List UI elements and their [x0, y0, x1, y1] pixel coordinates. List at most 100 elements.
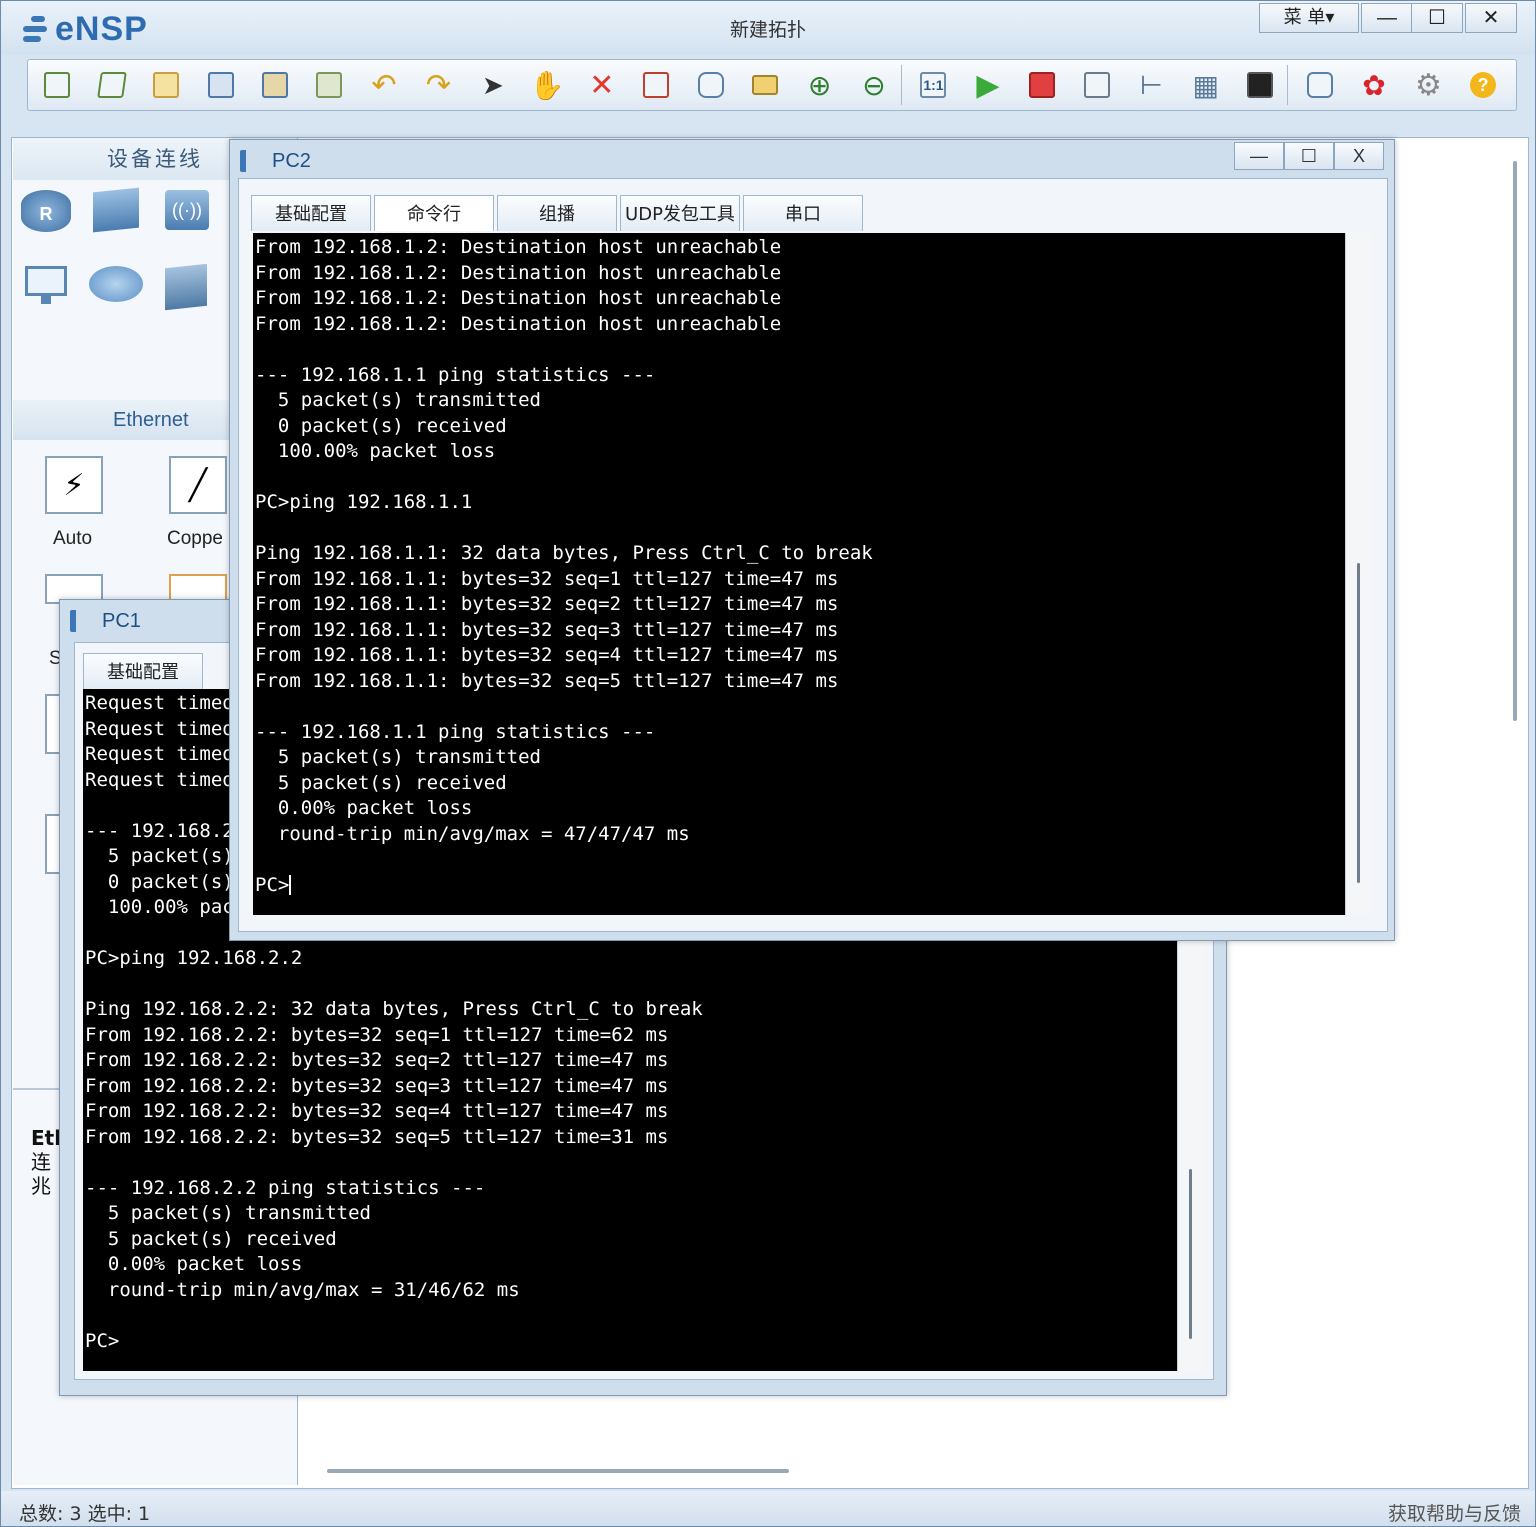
- scroll-thumb[interactable]: [1189, 1169, 1192, 1339]
- close-button[interactable]: ✕: [1465, 3, 1517, 33]
- scroll-thumb[interactable]: [1357, 563, 1360, 883]
- terminal-line: 5 packet(s) transmitted: [255, 746, 541, 768]
- pc2-tab-basic-config[interactable]: 基础配置: [251, 195, 371, 231]
- new-topology-icon[interactable]: [36, 65, 78, 105]
- terminal-line: --- 192.168.1.1 ping statistics ---: [255, 363, 656, 386]
- router-icon[interactable]: R: [21, 190, 75, 236]
- status-counts: 总数: 3 选中: 1: [19, 1503, 151, 1525]
- wireless-icon[interactable]: ((·)): [165, 190, 219, 236]
- pc2-terminal[interactable]: From 192.168.1.2: Destination host unrea…: [253, 233, 1345, 915]
- terminal-line: PC>ping 192.168.1.1: [255, 491, 473, 513]
- pc1-titlebar: PC1: [70, 606, 141, 636]
- new-example-icon[interactable]: [90, 65, 132, 105]
- terminal-line: --- 192.168.1.1 ping statistics ---: [255, 720, 656, 743]
- capture-icon[interactable]: [1076, 65, 1118, 105]
- undo-icon[interactable]: ↶: [363, 65, 405, 105]
- save-as-icon[interactable]: [254, 65, 296, 105]
- terminal-line: From 192.168.1.1: bytes=32 seq=2 ttl=127…: [255, 593, 839, 615]
- terminal-line: --- 192.168.2.2 ping statistics ---: [85, 1176, 486, 1199]
- ensp-logo-icon: [240, 150, 266, 172]
- terminal-line: From 192.168.1.1: bytes=32 seq=4 ttl=127…: [255, 644, 839, 666]
- hand-pan-icon[interactable]: ✋: [526, 65, 568, 105]
- firewall-icon[interactable]: [165, 263, 219, 312]
- terminal-line: From 192.168.2.2: bytes=32 seq=4 ttl=127…: [85, 1100, 669, 1122]
- pc2-maximize-button[interactable]: ☐: [1284, 142, 1334, 170]
- main-menu-button[interactable]: 菜 单▾: [1259, 3, 1359, 33]
- terminal-line: 0.00% packet loss: [85, 1253, 303, 1275]
- terminal-line: From 192.168.2.2: bytes=32 seq=5 ttl=127…: [85, 1125, 669, 1148]
- forum-icon[interactable]: [1298, 65, 1340, 105]
- pc2-tab-serial[interactable]: 串口: [743, 195, 863, 231]
- zoom-in-icon[interactable]: ⊕: [798, 65, 840, 105]
- delete-icon[interactable]: ✕: [581, 65, 623, 105]
- terminal-line: From 192.168.1.2: Destination host unrea…: [255, 287, 782, 309]
- terminal-line: From 192.168.1.2: Destination host unrea…: [255, 312, 782, 335]
- terminal-line: From 192.168.1.1: bytes=32 seq=3 ttl=127…: [255, 618, 839, 641]
- huawei-icon[interactable]: ✿: [1353, 65, 1395, 105]
- terminal-line: From 192.168.2.2: bytes=32 seq=2 ttl=127…: [85, 1049, 669, 1071]
- maximize-button[interactable]: ☐: [1411, 3, 1463, 33]
- cable-info: Etl 连 兆: [31, 1126, 61, 1198]
- terminal-line: 100.00% packet loss: [255, 440, 496, 462]
- select-pointer-icon[interactable]: ➤: [472, 65, 514, 105]
- stop-device-icon[interactable]: [1021, 65, 1063, 105]
- help-icon[interactable]: ?: [1462, 65, 1504, 105]
- start-device-icon[interactable]: ▶: [967, 65, 1009, 105]
- terminal-line: From 192.168.2.2: bytes=32 seq=3 ttl=127…: [85, 1074, 669, 1097]
- terminal-line: 0.00% packet loss: [255, 797, 473, 819]
- help-feedback-link[interactable]: 获取帮助与反馈: [1388, 1499, 1521, 1526]
- delete-link-icon[interactable]: [635, 65, 677, 105]
- ensp-main-window: eNSP 新建拓扑 菜 单▾ — ☐ ✕ ↶ ↷ ➤ ✋ ✕ ⊕ ⊖ 1:1 ▶…: [0, 0, 1536, 1527]
- terminal-line: From 192.168.2.2: bytes=32 seq=1 ttl=127…: [85, 1023, 669, 1046]
- redo-icon[interactable]: ↷: [417, 65, 459, 105]
- pc2-tab-command-line[interactable]: 命令行: [374, 195, 494, 231]
- zoom-out-icon[interactable]: ⊖: [853, 65, 895, 105]
- switch-icon[interactable]: [93, 187, 147, 236]
- print-icon[interactable]: [308, 65, 350, 105]
- settings-icon[interactable]: ⚙: [1407, 65, 1449, 105]
- terminal-line: round-trip min/avg/max = 31/46/62 ms: [85, 1278, 520, 1301]
- terminal-icon[interactable]: [1239, 65, 1281, 105]
- terminal-line: Ping 192.168.1.1: 32 data bytes, Press C…: [255, 542, 873, 564]
- save-icon[interactable]: [199, 65, 241, 105]
- cable-info-line1: 连: [31, 1150, 51, 1174]
- canvas-vertical-scrollbar[interactable]: [1513, 161, 1517, 721]
- copper-cable-icon[interactable]: ╱: [169, 456, 227, 514]
- auto-cable-icon[interactable]: ⚡: [45, 456, 103, 514]
- terminal-prompt: PC>: [255, 873, 292, 896]
- open-icon[interactable]: [145, 65, 187, 105]
- cloud-icon[interactable]: [89, 266, 143, 312]
- title-bar: eNSP 新建拓扑 菜 单▾ — ☐ ✕: [1, 1, 1535, 55]
- canvas-horizontal-scrollbar[interactable]: [327, 1469, 789, 1473]
- pc2-terminal-scrollbar[interactable]: [1345, 233, 1372, 915]
- terminal-line: round-trip min/avg/max = 47/47/47 ms: [255, 822, 690, 845]
- pc2-minimize-button[interactable]: —: [1234, 142, 1284, 170]
- minimize-button[interactable]: —: [1361, 3, 1413, 33]
- text-note-icon[interactable]: [689, 65, 731, 105]
- terminal-line: Ping 192.168.2.2: 32 data bytes, Press C…: [85, 998, 703, 1020]
- cable-label-copper: Coppe: [167, 528, 223, 549]
- topology-icon[interactable]: ⊢: [1130, 65, 1172, 105]
- rectangle-icon[interactable]: [744, 65, 786, 105]
- toolbar-separator: [901, 65, 903, 105]
- terminal-line: From 192.168.1.2: Destination host unrea…: [255, 261, 782, 284]
- pc2-close-button[interactable]: X: [1334, 142, 1384, 170]
- cable-info-line2: 兆: [31, 1174, 51, 1198]
- cable-info-title: Etl: [31, 1126, 62, 1150]
- terminal-line: 5 packet(s) transmitted: [255, 389, 541, 411]
- grid-icon[interactable]: ▦: [1184, 65, 1226, 105]
- terminal-line: 5 packet(s) received: [255, 771, 507, 794]
- terminal-line: PC>: [85, 1329, 120, 1352]
- pc-icon[interactable]: [25, 266, 79, 312]
- fit-size-icon[interactable]: 1:1: [912, 65, 954, 105]
- pc1-tab-basic-config[interactable]: 基础配置: [83, 653, 203, 689]
- pc2-tab-udp-tool[interactable]: UDP发包工具: [620, 195, 740, 231]
- pc2-tab-multicast[interactable]: 组播: [497, 195, 617, 231]
